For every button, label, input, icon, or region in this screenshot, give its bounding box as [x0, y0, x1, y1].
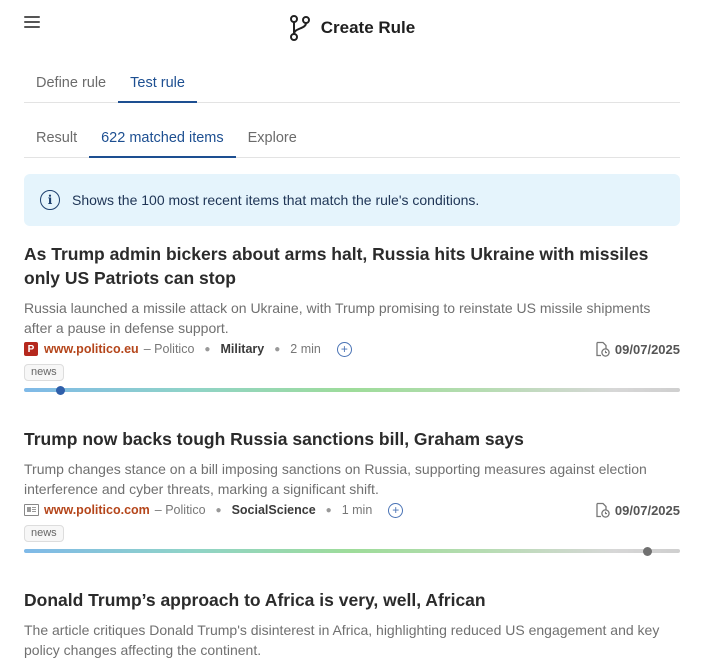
article-summary: Russia launched a missile attack on Ukra…	[24, 300, 651, 336]
file-clock-icon	[596, 502, 610, 518]
newspaper-icon	[24, 504, 39, 516]
date-wrap: 09/07/2025	[594, 339, 680, 359]
relevance-slider[interactable]	[24, 385, 680, 395]
tag-badge: news	[24, 364, 64, 381]
app-header: Create Rule	[0, 0, 704, 56]
separator-dot: ●	[274, 343, 281, 355]
tab-result[interactable]: Result	[24, 119, 89, 157]
info-text: Shows the 100 most recent items that mat…	[72, 192, 480, 208]
tag-badge: news	[24, 525, 64, 542]
page-title: Create Rule	[320, 18, 416, 37]
tab-test-rule[interactable]: Test rule	[118, 64, 197, 103]
add-icon[interactable]: +	[388, 502, 404, 518]
category-label: Military	[220, 342, 265, 356]
source-domain-link[interactable]: www.politico.eu	[44, 342, 139, 356]
article-summary: Trump changes stance on a bill imposing …	[24, 461, 647, 497]
title-wrap: Create Rule	[0, 14, 704, 42]
date-wrap: 09/07/2025	[594, 500, 680, 520]
read-time: 2 min	[290, 342, 321, 356]
info-icon: i	[40, 190, 60, 210]
article-card[interactable]: Donald Trump’s approach to Africa is ver…	[24, 588, 680, 659]
main-tabs: Define rule Test rule	[24, 64, 680, 103]
source-domain-link[interactable]: www.politico.com	[44, 503, 150, 517]
article-summary: The article critiques Donald Trump's dis…	[24, 622, 660, 658]
article-meta: www.politico.com – Politico ● SocialScie…	[24, 500, 680, 520]
add-icon[interactable]: +	[336, 341, 352, 357]
sub-tabs: Result 622 matched items Explore	[24, 119, 680, 158]
branch-icon	[289, 15, 310, 41]
publisher-logo-icon: P	[24, 342, 38, 356]
article-card[interactable]: Trump now backs tough Russia sanctions b…	[24, 427, 680, 556]
slider-knob[interactable]	[642, 546, 652, 556]
publisher-name: – Politico	[143, 342, 195, 356]
slider-knob[interactable]	[56, 385, 66, 395]
separator-dot: ●	[215, 504, 222, 516]
category-label: SocialScience	[231, 503, 316, 517]
article-title[interactable]: Trump now backs tough Russia sanctions b…	[24, 427, 680, 451]
tab-define-rule[interactable]: Define rule	[24, 64, 118, 102]
publisher-name: – Politico	[154, 503, 206, 517]
tab-explore[interactable]: Explore	[236, 119, 309, 157]
article-card[interactable]: As Trump admin bickers about arms halt, …	[24, 242, 680, 395]
article-date: 09/07/2025	[614, 502, 680, 518]
file-clock-icon	[596, 341, 610, 357]
info-banner: i Shows the 100 most recent items that m…	[24, 174, 680, 226]
separator-dot: ●	[204, 343, 211, 355]
relevance-slider[interactable]	[24, 546, 680, 556]
article-title[interactable]: As Trump admin bickers about arms halt, …	[24, 242, 680, 290]
article-meta: P www.politico.eu – Politico ● Military …	[24, 339, 680, 359]
separator-dot: ●	[325, 504, 332, 516]
article-title[interactable]: Donald Trump’s approach to Africa is ver…	[24, 588, 680, 612]
read-time: 1 min	[341, 503, 373, 517]
article-date: 09/07/2025	[614, 341, 680, 357]
tab-matched-items[interactable]: 622 matched items	[89, 119, 236, 158]
